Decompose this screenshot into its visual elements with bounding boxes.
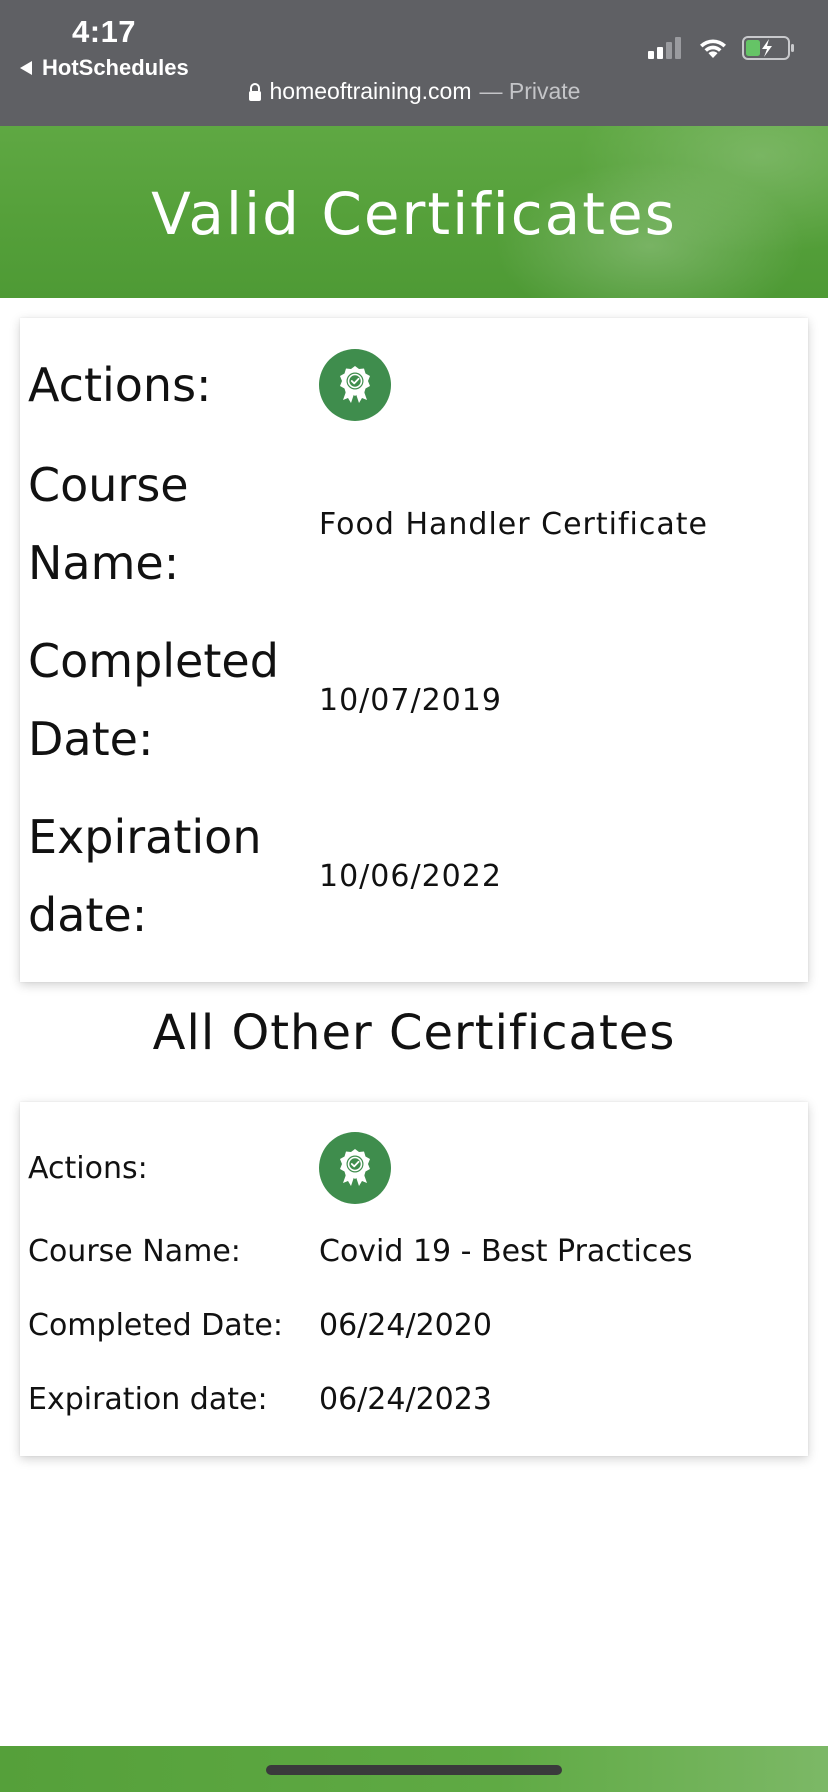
course-name-label: Course Name: (28, 446, 308, 602)
certificate-badge-button[interactable] (319, 1132, 391, 1204)
system-icons (648, 36, 796, 60)
course-name-row: Course Name: Food Handler Certificate (20, 446, 808, 602)
lock-icon (248, 82, 261, 101)
completed-date-row: Completed Date: 06/24/2020 (20, 1300, 808, 1350)
status-bar: 4:17 HotSchedules homeoftraining.com — P… (0, 0, 828, 126)
other-certificate-card: Actions: Course Name: Covid 19 - Best Pr… (20, 1102, 808, 1456)
cellular-signal-icon (648, 37, 681, 59)
url-bar[interactable]: homeoftraining.com — Private (0, 78, 828, 105)
page-title: Valid Certificates (151, 180, 677, 248)
actions-label: Actions: (28, 358, 212, 412)
url-text: homeoftraining.com (269, 78, 472, 104)
back-arrow-icon (20, 61, 32, 75)
wifi-icon (700, 39, 726, 58)
course-name-value: Covid 19 - Best Practices (319, 1233, 693, 1269)
expiration-date-label: Expiration date: (28, 1381, 268, 1417)
certificate-badge-icon (340, 1149, 370, 1186)
certificate-action-button[interactable] (319, 349, 391, 421)
certificate-action-button[interactable] (319, 1132, 391, 1204)
course-name-label-line1: Course (28, 458, 189, 512)
actions-row: Actions: (20, 346, 808, 424)
expiration-date-value: 10/06/2022 (319, 858, 502, 894)
certificate-badge-icon (340, 366, 370, 403)
expiration-date-row: Expiration date: 06/24/2023 (20, 1374, 808, 1424)
completed-date-row: Completed Date: 10/07/2019 (20, 622, 808, 778)
course-name-row: Course Name: Covid 19 - Best Practices (20, 1226, 808, 1276)
expiration-date-value: 06/24/2023 (319, 1381, 492, 1417)
course-name-label: Course Name: (28, 1233, 241, 1269)
course-name-label-line2: Name: (28, 536, 180, 590)
expiration-date-row: Expiration date: 10/06/2022 (20, 798, 808, 954)
battery-charging-icon (742, 36, 794, 60)
completed-date-label: Completed Date: (28, 1307, 283, 1343)
completed-date-value: 10/07/2019 (319, 682, 502, 718)
expiration-date-label-line1: Expiration (28, 810, 262, 864)
certificate-badge-button[interactable] (319, 349, 391, 421)
expiration-date-label: Expiration date: (28, 798, 308, 954)
completed-date-label-line2: Date: (28, 712, 154, 766)
completed-date-label: Completed Date: (28, 622, 308, 778)
completed-date-value: 06/24/2020 (319, 1307, 492, 1343)
actions-label: Actions: (28, 1150, 148, 1186)
private-label: — Private (479, 78, 581, 104)
home-indicator[interactable] (266, 1765, 562, 1775)
other-certificates-heading: All Other Certificates (152, 1005, 676, 1061)
page-header: Valid Certificates (0, 126, 828, 298)
expiration-date-label-line2: date: (28, 888, 148, 942)
valid-certificate-card: Actions: Course Name: Food Handler Certi… (20, 318, 808, 982)
completed-date-label-line1: Completed (28, 634, 279, 688)
actions-row: Actions: (20, 1132, 808, 1204)
course-name-value: Food Handler Certificate (319, 506, 708, 542)
status-time: 4:17 (72, 14, 137, 49)
